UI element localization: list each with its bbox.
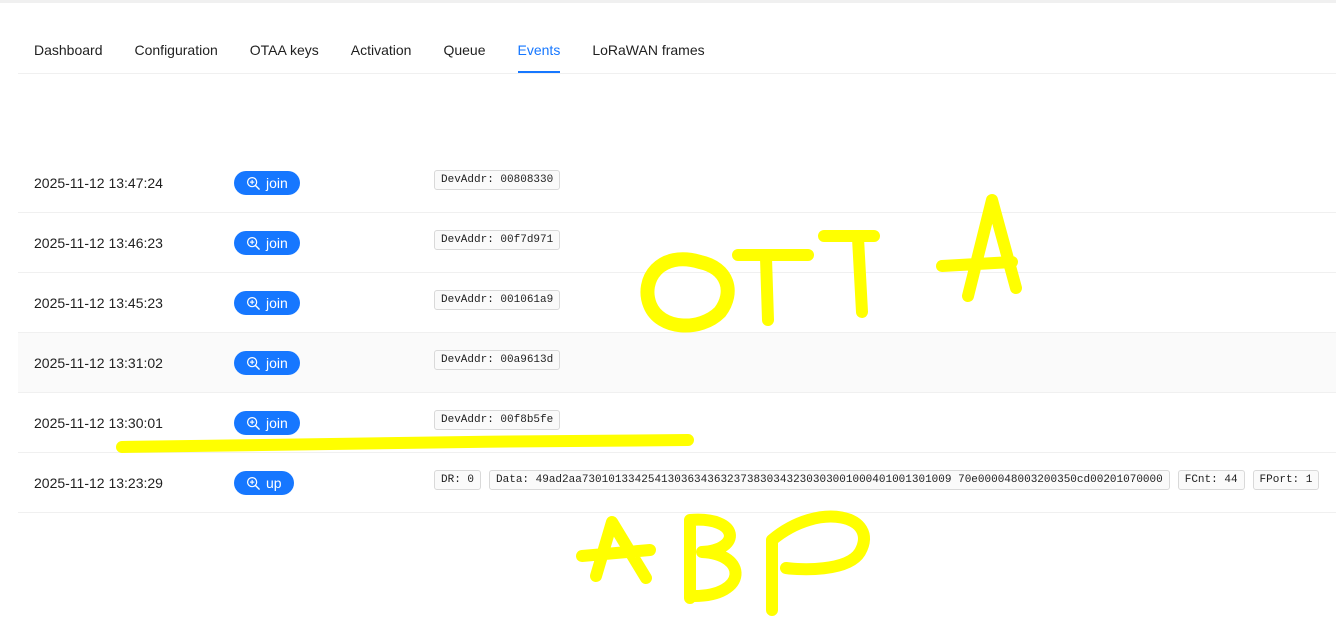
event-fields: DevAddr: 001061a9 xyxy=(434,290,561,310)
zoom-in-icon xyxy=(246,476,260,490)
event-fields: DevAddr: 00a9613d xyxy=(434,350,561,370)
event-timestamp: 2025-11-12 13:23:29 xyxy=(34,475,163,491)
event-fields: DR: 0 Data: 49ad2aa7301013342541303634363… xyxy=(434,470,1320,490)
event-timestamp: 2025-11-12 13:46:23 xyxy=(34,235,163,251)
event-field-tag: DevAddr: 00a9613d xyxy=(434,350,561,370)
event-timestamp: 2025-11-12 13:30:01 xyxy=(34,415,163,431)
tab-otaa-keys[interactable]: OTAA keys xyxy=(250,33,319,67)
event-type-label: up xyxy=(266,475,282,491)
tab-lorawan-frames[interactable]: LoRaWAN frames xyxy=(592,33,704,67)
event-type-label: join xyxy=(266,295,288,311)
event-type-button-up[interactable]: up xyxy=(234,471,294,495)
event-field-tag: DevAddr: 00808330 xyxy=(434,170,561,190)
annotation-letter-b xyxy=(684,513,742,604)
event-type-button-join[interactable]: join xyxy=(234,231,300,255)
event-row: 2025-11-12 13:23:29 up DR: 0 Data: 49ad2aa7… xyxy=(18,453,1336,513)
event-row: 2025-11-12 13:46:23 join DevAddr: 00f7d971 xyxy=(18,213,1336,273)
event-type-label: join xyxy=(266,175,288,191)
event-fields: DevAddr: 00f8b5fe xyxy=(434,410,561,430)
zoom-in-icon xyxy=(246,176,260,190)
event-field-tag: Data: 49ad2aa730101334254130363436323738… xyxy=(489,470,1170,490)
event-field-tag: FPort: 1 xyxy=(1252,470,1320,490)
zoom-in-icon xyxy=(246,356,260,370)
event-type-button-join[interactable]: join xyxy=(234,351,300,375)
event-timestamp: 2025-11-12 13:47:24 xyxy=(34,175,163,191)
tab-queue[interactable]: Queue xyxy=(443,33,485,67)
tab-configuration[interactable]: Configuration xyxy=(135,33,218,67)
event-row: 2025-11-12 13:30:01 join DevAddr: 00f8b5fe xyxy=(18,393,1336,453)
tab-events[interactable]: Events xyxy=(517,33,560,73)
event-timestamp: 2025-11-12 13:45:23 xyxy=(34,295,163,311)
zoom-in-icon xyxy=(246,296,260,310)
device-tabs: Dashboard Configuration OTAA keys Activa… xyxy=(18,33,1336,74)
tab-activation[interactable]: Activation xyxy=(351,33,412,67)
event-type-label: join xyxy=(266,415,288,431)
event-field-tag: DevAddr: 00f7d971 xyxy=(434,230,561,250)
event-field-tag: FCnt: 44 xyxy=(1177,470,1245,490)
event-field-tag: DR: 0 xyxy=(434,470,482,490)
event-row: 2025-11-12 13:47:24 join DevAddr: 00808330 xyxy=(18,153,1336,213)
event-timestamp: 2025-11-12 13:31:02 xyxy=(34,355,163,371)
event-fields: DevAddr: 00808330 xyxy=(434,170,561,190)
event-row: 2025-11-12 13:45:23 join DevAddr: 001061a9 xyxy=(18,273,1336,333)
annotation-letter-a2 xyxy=(576,516,656,584)
event-type-button-join[interactable]: join xyxy=(234,291,300,315)
event-field-tag: DevAddr: 001061a9 xyxy=(434,290,561,310)
event-type-label: join xyxy=(266,355,288,371)
annotation-letter-p xyxy=(766,510,870,616)
tab-dashboard[interactable]: Dashboard xyxy=(34,33,103,67)
event-field-tag: DevAddr: 00f8b5fe xyxy=(434,410,561,430)
event-type-button-join[interactable]: join xyxy=(234,411,300,435)
zoom-in-icon xyxy=(246,236,260,250)
event-type-button-join[interactable]: join xyxy=(234,171,300,195)
top-divider xyxy=(0,0,1336,3)
event-row: 2025-11-12 13:31:02 join DevAddr: 00a9613d xyxy=(18,333,1336,393)
event-fields: DevAddr: 00f7d971 xyxy=(434,230,561,250)
events-list: 2025-11-12 13:47:24 join DevAddr: 00808330… xyxy=(18,153,1336,513)
zoom-in-icon xyxy=(246,416,260,430)
event-type-label: join xyxy=(266,235,288,251)
